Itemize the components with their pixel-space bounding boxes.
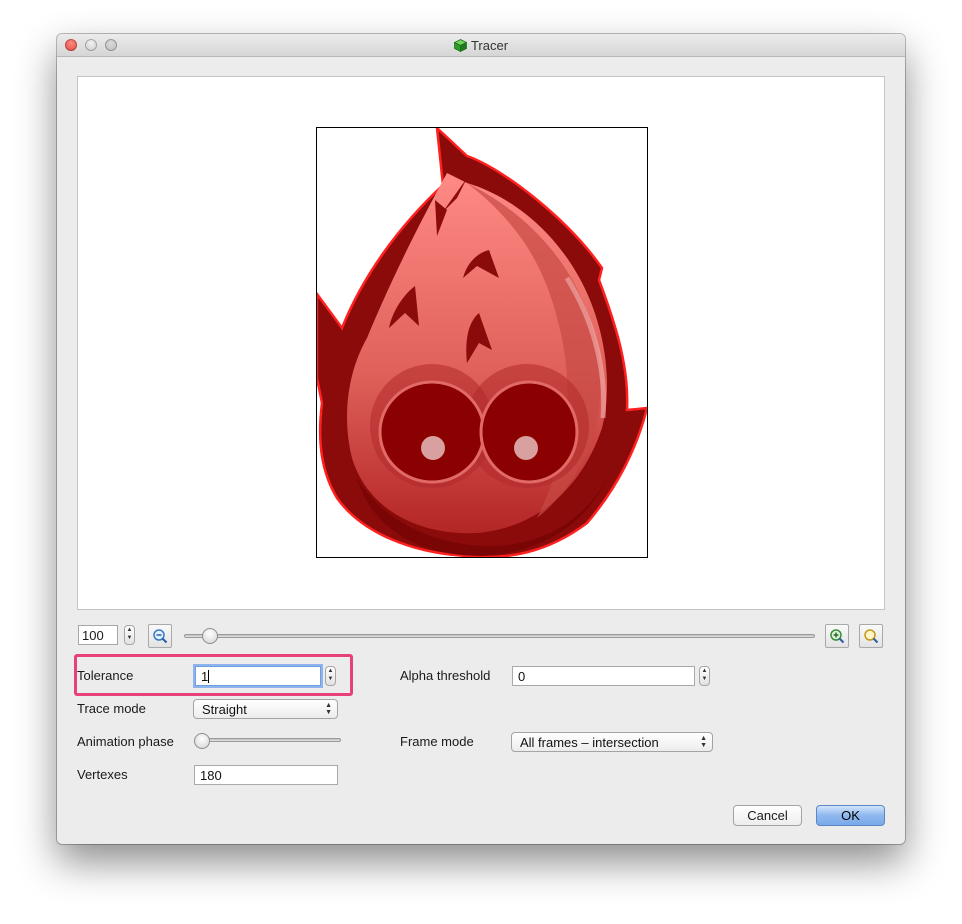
window-title-group: Tracer xyxy=(57,38,905,55)
zoom-slider-knob[interactable] xyxy=(202,628,219,644)
animation-phase-slider-knob[interactable] xyxy=(194,733,210,749)
text-caret xyxy=(208,670,210,683)
tolerance-input[interactable]: 1 xyxy=(195,666,321,686)
frame-mode-label: Frame mode xyxy=(400,734,474,749)
zoom-slider[interactable] xyxy=(184,634,815,638)
tolerance-label: Tolerance xyxy=(77,668,134,683)
tolerance-stepper[interactable]: ▲ ▼ xyxy=(325,666,336,686)
zoom-level-stepper[interactable]: ▲ ▼ xyxy=(124,625,135,645)
alpha-threshold-stepper[interactable]: ▲ ▼ xyxy=(699,666,710,686)
animation-phase-label: Animation phase xyxy=(77,734,174,749)
zoom-level-input[interactable]: 100 xyxy=(78,625,118,645)
animation-phase-slider[interactable] xyxy=(199,738,341,742)
zoom-out-button[interactable] xyxy=(148,624,172,648)
alpha-threshold-label: Alpha threshold xyxy=(400,668,491,683)
select-arrows-icon: ▲ ▼ xyxy=(325,702,332,716)
window-title: Tracer xyxy=(470,38,509,53)
zoom-fit-button[interactable] xyxy=(859,624,883,648)
flame-sprite-image xyxy=(317,128,647,557)
cancel-button[interactable]: Cancel xyxy=(733,805,802,826)
magnifier-icon xyxy=(864,629,879,644)
vertexes-label: Vertexes xyxy=(77,767,128,782)
cube-icon xyxy=(453,39,468,55)
tolerance-value: 1 xyxy=(201,669,209,684)
zoom-out-icon xyxy=(153,629,168,644)
select-arrows-icon: ▲ ▼ xyxy=(700,735,707,749)
tracer-dialog: Tracer 100 ▲ ▼ Tolerance 1 ▲ ▼ Trace mod… xyxy=(57,34,905,844)
frame-mode-select[interactable]: All frames – intersection ▲ ▼ xyxy=(511,732,713,752)
trace-mode-label: Trace mode xyxy=(77,701,146,716)
trace-mode-select[interactable]: Straight ▲ ▼ xyxy=(193,699,338,719)
ok-button[interactable]: OK xyxy=(816,805,885,826)
zoom-in-button[interactable] xyxy=(825,624,849,648)
frame-mode-value: All frames – intersection xyxy=(520,735,659,750)
alpha-threshold-input[interactable]: 0 xyxy=(512,666,695,686)
vertexes-field[interactable]: 180 xyxy=(194,765,338,785)
zoom-in-icon xyxy=(830,629,845,644)
title-bar[interactable]: Tracer xyxy=(57,34,905,57)
sprite-bounds xyxy=(316,127,648,558)
trace-mode-value: Straight xyxy=(202,702,247,717)
preview-canvas[interactable] xyxy=(77,76,885,610)
